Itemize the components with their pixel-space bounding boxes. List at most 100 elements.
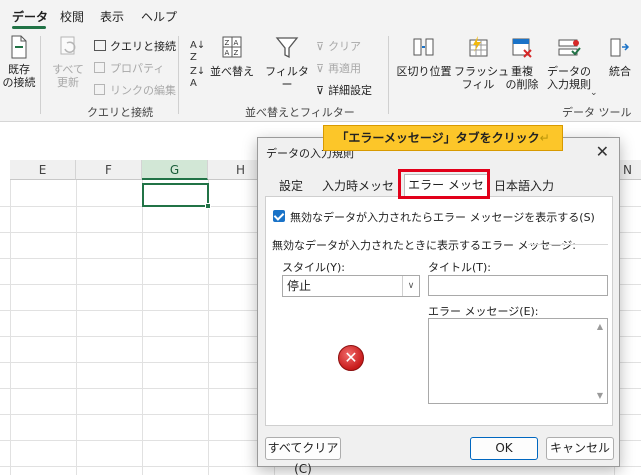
table-icon	[94, 40, 106, 51]
tab-input-message[interactable]: 入力時メッセージ	[316, 176, 400, 213]
refresh-all-button[interactable]: すべて 更新	[48, 34, 88, 89]
consolidate-button[interactable]: 統合	[602, 34, 638, 78]
advanced-filter-icon: ⊽	[316, 84, 325, 97]
instruction-callout-text: 「エラーメッセージ」タブをクリック	[336, 131, 540, 145]
flash-fill-label: フラッシュ フィル	[454, 65, 509, 91]
tab-review[interactable]: 校閲	[60, 8, 84, 25]
title-label: タイトル(T):	[428, 261, 492, 274]
column-header-g[interactable]: G	[142, 160, 208, 180]
error-message-label: エラー メッセージ(E):	[428, 305, 539, 318]
error-message-panel: 無効なデータが入力されたらエラー メッセージを表示する(S) 無効なデータが入力…	[265, 196, 613, 426]
svg-text:Z: Z	[234, 49, 239, 57]
remove-duplicates-label: 重複 の削除	[505, 65, 539, 91]
ribbon-tab-bar: データ 校閲 表示 ヘルプ	[0, 0, 641, 30]
group-divider	[528, 244, 608, 245]
instruction-callout: 「エラーメッセージ」タブをクリック↵	[323, 125, 563, 151]
existing-connections-label: 既存 の接続	[2, 63, 36, 89]
style-select[interactable]: 停止 ∨	[282, 275, 420, 297]
reapply-button[interactable]: ⊽ 再適用	[316, 60, 361, 76]
close-icon[interactable]: ✕	[596, 142, 609, 161]
group-separator	[178, 36, 179, 114]
flash-fill-icon	[469, 36, 488, 57]
sort-za-icon[interactable]: Z↓ A	[190, 66, 205, 90]
text-to-columns-label: 区切り位置	[396, 65, 452, 78]
properties-button[interactable]: プロパティ	[94, 60, 164, 76]
style-label: スタイル(Y):	[282, 261, 346, 274]
text-to-columns-button[interactable]: 区切り位置	[396, 34, 452, 78]
chevron-down-icon: ∨	[402, 276, 419, 296]
refresh-all-label: すべて 更新	[52, 63, 84, 89]
tab-japanese-input[interactable]: 日本語入力	[494, 176, 554, 196]
group-separator	[40, 36, 41, 114]
document-icon	[11, 35, 27, 59]
column-header-f[interactable]: F	[76, 160, 142, 180]
ok-button[interactable]: OK	[470, 437, 538, 460]
filter-button[interactable]: フィルター	[263, 34, 311, 91]
svg-text:A: A	[225, 49, 230, 57]
edit-links-button[interactable]: リンクの編集	[94, 82, 176, 98]
link-icon	[94, 84, 105, 95]
highlight-box	[398, 169, 490, 199]
tab-data[interactable]: データ	[12, 8, 48, 25]
clear-all-button[interactable]: すべてクリア(C)	[265, 437, 341, 475]
gridline	[76, 180, 77, 475]
data-validation-icon	[558, 39, 581, 56]
text-to-columns-icon	[413, 38, 434, 56]
tab-help[interactable]: ヘルプ	[141, 8, 177, 25]
filter-label: フィルター	[265, 65, 309, 91]
scroll-up-icon[interactable]: ▲	[595, 322, 605, 331]
chevron-down-icon[interactable]: ⌄	[590, 88, 598, 98]
error-message-textarea[interactable]: ▲ ▼	[428, 318, 608, 404]
funnel-icon	[275, 37, 299, 59]
gridline	[10, 180, 11, 475]
tab-view[interactable]: 表示	[100, 8, 124, 25]
advanced-filter-label: 詳細設定	[328, 84, 373, 97]
existing-connections-button[interactable]: 既存 の接続	[2, 34, 36, 89]
scroll-down-icon[interactable]: ▼	[595, 391, 605, 400]
column-header-e[interactable]: E	[10, 160, 76, 180]
data-validation-label: データの 入力規則	[547, 65, 591, 91]
remove-duplicates-icon	[512, 38, 532, 58]
properties-label: プロパティ	[110, 62, 165, 75]
data-validation-button[interactable]: データの 入力規則	[542, 34, 596, 91]
clear-filter-icon: ⊽	[316, 40, 325, 53]
svg-text:Z: Z	[225, 39, 230, 47]
sort-icon: Z AA Z	[222, 36, 242, 58]
group-label-sort-filter: 並べ替えとフィルター	[245, 106, 355, 119]
error-stop-icon: ✕	[338, 345, 364, 371]
flash-fill-button[interactable]: フラッシュ フィル	[454, 34, 509, 91]
active-tab-indicator	[12, 26, 46, 29]
gridline	[208, 180, 209, 475]
remove-duplicates-button[interactable]: 重複 の削除	[502, 34, 542, 91]
gridline	[142, 180, 143, 475]
tab-settings[interactable]: 設定	[276, 176, 306, 196]
queries-connections-button[interactable]: クエリと接続	[94, 38, 176, 54]
selected-cell[interactable]	[142, 183, 209, 207]
sort-label: 並べ替え	[210, 65, 254, 78]
group-label-queries: クエリと接続	[87, 106, 153, 119]
show-error-checkbox-label[interactable]: 無効なデータが入力されたらエラー メッセージを表示する(S)	[290, 209, 595, 225]
error-group-heading: 無効なデータが入力されたときに表示するエラー メッセージ:	[272, 239, 576, 252]
svg-text:A: A	[234, 39, 239, 47]
refresh-icon	[60, 36, 76, 55]
group-separator	[388, 36, 389, 114]
sort-az-icon[interactable]: A↓ Z	[190, 40, 205, 64]
clear-filter-button[interactable]: ⊽ クリア	[316, 38, 361, 54]
advanced-filter-button[interactable]: ⊽ 詳細設定	[316, 82, 372, 98]
fill-handle[interactable]	[205, 203, 211, 209]
cancel-button[interactable]: キャンセル	[546, 437, 614, 460]
edit-links-label: リンクの編集	[110, 84, 176, 97]
properties-icon	[94, 62, 105, 73]
queries-connections-label: クエリと接続	[110, 40, 176, 53]
consolidate-icon	[610, 38, 630, 57]
clear-filter-label: クリア	[328, 40, 362, 53]
reapply-label: 再適用	[328, 62, 362, 75]
reapply-icon: ⊽	[316, 62, 325, 75]
ribbon: 既存 の接続 すべて 更新 クエリと接続 プロパティ リンクの編集 クエリと接続…	[0, 30, 641, 122]
consolidate-label: 統合	[609, 65, 631, 78]
group-label-data-tools: データ ツール	[562, 106, 632, 119]
show-error-checkbox[interactable]	[273, 210, 285, 222]
return-icon: ↵	[539, 131, 550, 145]
sort-button[interactable]: ZAAZ 並べ替え	[208, 34, 256, 78]
title-input[interactable]	[428, 275, 608, 296]
